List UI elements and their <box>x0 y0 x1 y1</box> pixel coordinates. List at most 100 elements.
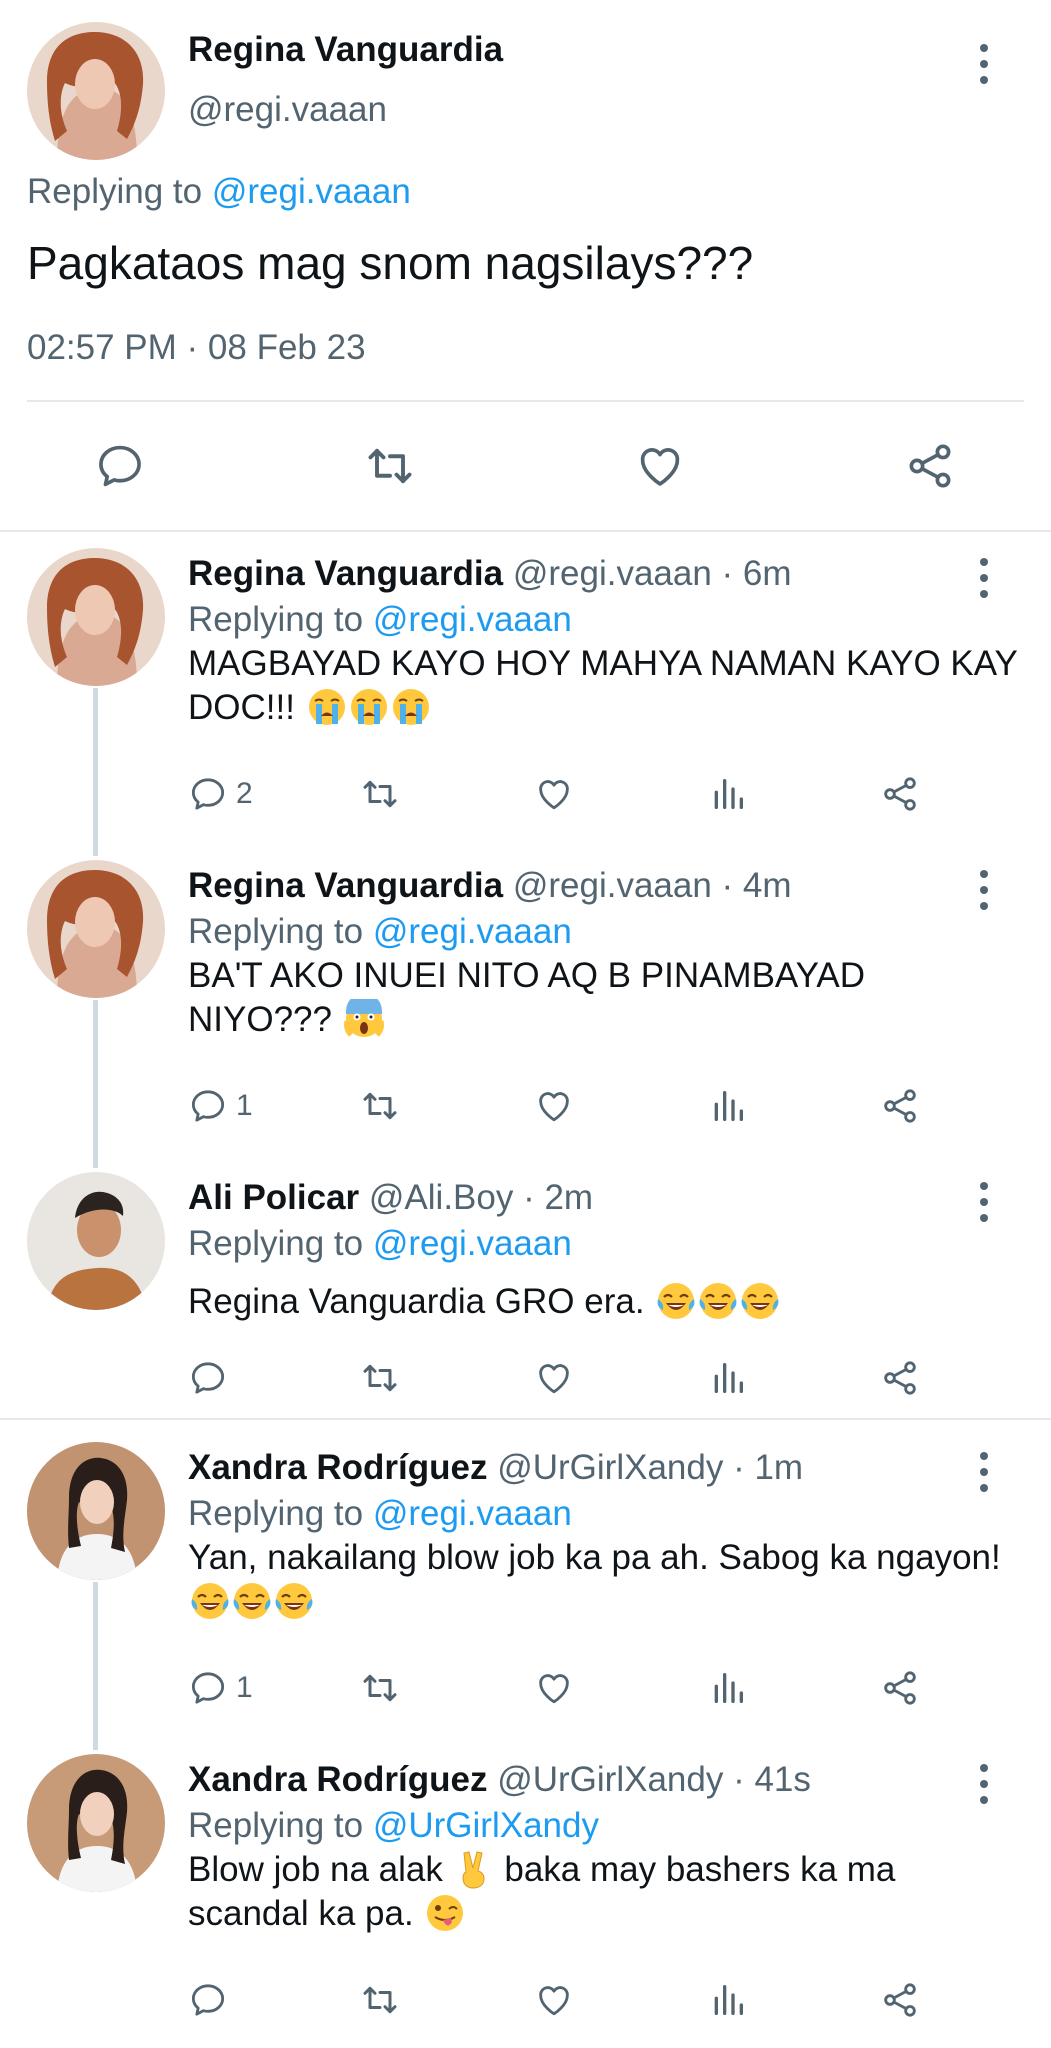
reply-tweet[interactable]: Regina Vanguardia @regi.vaaan · 4m Reply… <box>0 848 1051 1168</box>
tweet-text: Pagkataos mag snom nagsilays??? <box>27 237 754 289</box>
replying-to-link[interactable]: @regi.vaaan <box>373 600 572 639</box>
like-button[interactable] <box>534 1356 574 1400</box>
retweet-icon <box>360 1668 400 1708</box>
like-button[interactable] <box>534 1084 574 1128</box>
share-button[interactable] <box>880 1084 920 1128</box>
like-button[interactable] <box>534 1978 574 2022</box>
tears-of-joy-emoji <box>232 1581 272 1621</box>
retweet-button[interactable] <box>360 1666 400 1710</box>
author-name[interactable]: Xandra Rodríguez <box>188 1448 487 1487</box>
author-handle-time[interactable]: @regi.vaaan · 6m <box>513 554 792 593</box>
like-button[interactable] <box>534 1666 574 1710</box>
share-icon[interactable] <box>904 440 956 492</box>
reply-icon[interactable] <box>94 440 146 492</box>
share-button[interactable] <box>880 1978 920 2022</box>
stats-icon <box>708 1668 748 1708</box>
more-options-icon[interactable] <box>978 44 990 84</box>
reply-tweet[interactable]: Ali Policar @Ali.Boy · 2m Replying to @r… <box>0 1160 1051 1418</box>
reply-header: Regina Vanguardia @regi.vaaan · 4m <box>188 866 792 906</box>
avatar[interactable] <box>27 1754 165 1892</box>
author-name[interactable]: Xandra Rodríguez <box>188 1760 487 1799</box>
author-handle-time[interactable]: @regi.vaaan · 4m <box>513 866 792 905</box>
replying-to-link[interactable]: @regi.vaaan <box>373 1224 572 1263</box>
reply-text-block: MAGBAYAD KAYO HOY MAHYA NAMAN KAYO KAY D… <box>188 642 1018 730</box>
divider <box>0 1418 1051 1420</box>
replying-to-link[interactable]: @regi.vaaan <box>373 912 572 951</box>
divider <box>27 400 1024 402</box>
replying-prefix: Replying to <box>188 1494 373 1533</box>
replying-to: Replying to @UrGirlXandy <box>188 1806 599 1846</box>
screaming-face-emoji <box>344 999 384 1039</box>
share-button[interactable] <box>880 772 920 816</box>
loudly-crying-face-emoji <box>349 687 389 727</box>
main-tweet[interactable]: Regina Vanguardia @regi.vaaan Replying t… <box>0 0 1051 532</box>
author-handle-time[interactable]: @UrGirlXandy · 41s <box>497 1760 811 1799</box>
replying-prefix: Replying to <box>188 912 373 951</box>
reply-button[interactable]: 1 <box>188 1666 253 1710</box>
retweet-icon <box>360 1086 400 1126</box>
like-icon <box>534 1980 574 2020</box>
reply-tweet[interactable]: Xandra Rodríguez @UrGirlXandy · 41s Repl… <box>0 1742 1051 2048</box>
share-button[interactable] <box>880 1666 920 1710</box>
tears-of-joy-emoji <box>740 1281 780 1321</box>
share-button[interactable] <box>880 1356 920 1400</box>
retweet-button[interactable] <box>360 1978 400 2022</box>
share-icon <box>880 1980 920 2020</box>
avatar[interactable] <box>27 22 165 160</box>
author-name[interactable]: Regina Vanguardia <box>188 554 503 593</box>
author-name[interactable]: Regina Vanguardia <box>188 30 503 70</box>
replying-to-link[interactable]: @regi.vaaan <box>212 172 411 211</box>
reply-button[interactable]: 2 <box>188 772 253 816</box>
action-bar <box>188 1978 988 2022</box>
author-handle-time[interactable]: @Ali.Boy · 2m <box>369 1178 593 1217</box>
avatar[interactable] <box>27 1442 165 1580</box>
views-button[interactable] <box>708 1666 748 1710</box>
reply-text-block: Yan, nakailang blow job ka pa ah. Sabog … <box>188 1536 1018 1624</box>
action-bar: 1 <box>188 1666 988 1710</box>
more-options-icon[interactable] <box>978 1452 990 1492</box>
author-name[interactable]: Ali Policar <box>188 1178 359 1217</box>
stats-icon <box>708 1358 748 1398</box>
more-options-icon[interactable] <box>978 870 990 910</box>
replying-to-link[interactable]: @regi.vaaan <box>373 1494 572 1533</box>
retweet-icon <box>360 774 400 814</box>
tears-of-joy-emoji <box>274 1581 314 1621</box>
retweet-button[interactable] <box>360 1356 400 1400</box>
more-options-icon[interactable] <box>978 1182 990 1222</box>
like-button[interactable] <box>534 772 574 816</box>
retweet-icon[interactable] <box>364 440 416 492</box>
like-icon <box>534 1086 574 1126</box>
avatar[interactable] <box>27 860 165 998</box>
thread-line <box>93 688 98 856</box>
reply-header: Regina Vanguardia @regi.vaaan · 6m <box>188 554 792 594</box>
retweet-button[interactable] <box>360 772 400 816</box>
replying-to: Replying to @regi.vaaan <box>188 600 572 640</box>
more-options-icon[interactable] <box>978 1764 990 1804</box>
reply-tweet[interactable]: Xandra Rodríguez @UrGirlXandy · 1m Reply… <box>0 1430 1051 1750</box>
reply-button[interactable] <box>188 1356 236 1400</box>
tears-of-joy-emoji <box>190 1581 230 1621</box>
reply-button[interactable] <box>188 1978 236 2022</box>
like-icon <box>534 774 574 814</box>
author-handle-time[interactable]: @UrGirlXandy · 1m <box>497 1448 803 1487</box>
retweet-button[interactable] <box>360 1084 400 1128</box>
avatar[interactable] <box>27 548 165 686</box>
reply-tweet[interactable]: Regina Vanguardia @regi.vaaan · 6m Reply… <box>0 536 1051 856</box>
more-options-icon[interactable] <box>978 558 990 598</box>
reply-button[interactable]: 1 <box>188 1084 253 1128</box>
replying-prefix: Replying to <box>188 600 373 639</box>
author-name[interactable]: Regina Vanguardia <box>188 866 503 905</box>
replying-prefix: Replying to <box>188 1224 373 1263</box>
replying-to-link[interactable]: @UrGirlXandy <box>373 1806 599 1845</box>
views-button[interactable] <box>708 1356 748 1400</box>
like-icon[interactable] <box>634 440 686 492</box>
reply-header: Xandra Rodríguez @UrGirlXandy · 1m <box>188 1448 803 1488</box>
avatar[interactable] <box>27 1172 165 1310</box>
author-handle[interactable]: @regi.vaaan <box>188 90 387 130</box>
tweet-timestamp: 02:57 PM · 08 Feb 23 <box>27 328 366 367</box>
action-bar: 1 <box>188 1084 988 1128</box>
views-button[interactable] <box>708 1978 748 2022</box>
views-button[interactable] <box>708 772 748 816</box>
tears-of-joy-emoji <box>656 1281 696 1321</box>
views-button[interactable] <box>708 1084 748 1128</box>
